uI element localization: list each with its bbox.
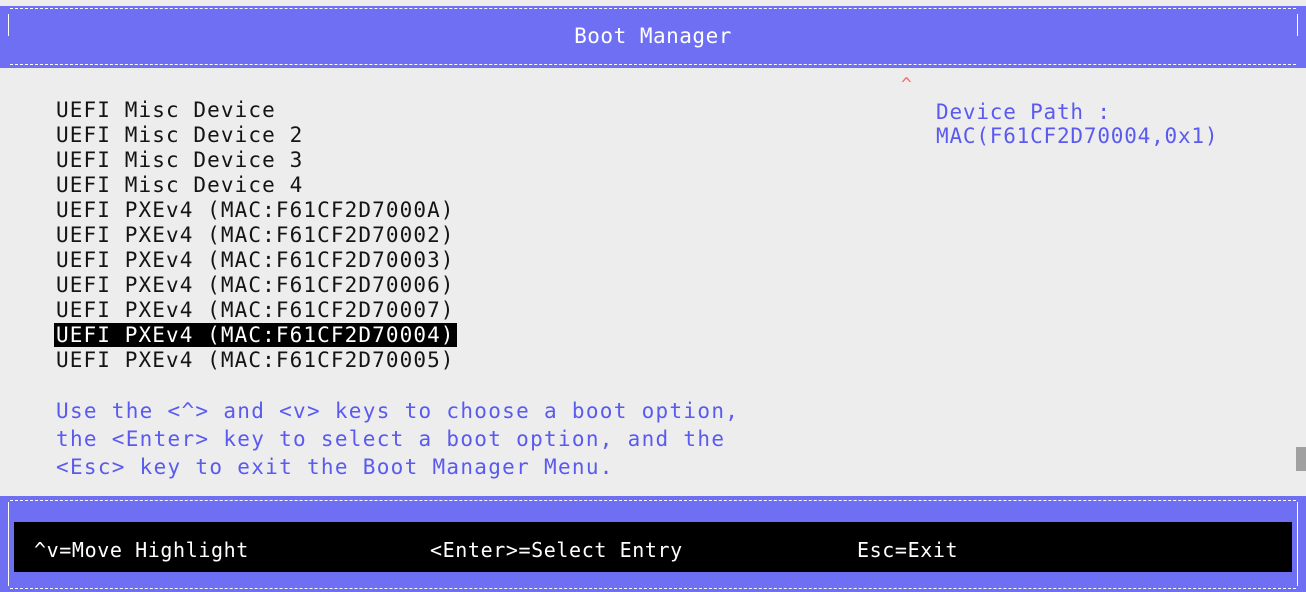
boot-option[interactable]: UEFI PXEv4 (MAC:F61CF2D70007) xyxy=(56,298,457,323)
boot-option[interactable]: UEFI Misc Device xyxy=(56,98,457,123)
boot-option-label: UEFI PXEv4 (MAC:F61CF2D7000A) xyxy=(56,198,455,222)
boot-option-list: UEFI Misc Device UEFI Misc Device 2 UEFI… xyxy=(54,98,457,373)
boot-option-label: UEFI PXEv4 (MAC:F61CF2D70006) xyxy=(56,273,455,297)
boot-option-label: UEFI PXEv4 (MAC:F61CF2D70002) xyxy=(56,223,455,247)
boot-option[interactable]: UEFI PXEv4 (MAC:F61CF2D70004) xyxy=(54,323,457,348)
boot-option-label: UEFI Misc Device 4 xyxy=(56,173,304,197)
boot-option-label: UEFI PXEv4 (MAC:F61CF2D70007) xyxy=(56,298,455,322)
device-path-panel: Device Path : MAC(F61CF2D70004,0x1) xyxy=(936,100,1218,148)
boot-option-label: UEFI PXEv4 (MAC:F61CF2D70004) xyxy=(54,323,457,347)
boot-option-label: UEFI Misc Device xyxy=(56,98,276,122)
scrollbar-thumb[interactable] xyxy=(1296,447,1306,471)
boot-option[interactable]: UEFI PXEv4 (MAC:F61CF2D70003) xyxy=(56,248,457,273)
key-hint-bar: ^v=Move Highlight <Enter>=Select Entry E… xyxy=(14,522,1292,572)
header-bar: Boot Manager xyxy=(0,6,1306,68)
boot-option[interactable]: UEFI Misc Device 2 xyxy=(56,123,457,148)
boot-option[interactable]: UEFI PXEv4 (MAC:F61CF2D7000A) xyxy=(56,198,457,223)
boot-option-label: UEFI Misc Device 3 xyxy=(56,148,304,172)
boot-option-label: UEFI PXEv4 (MAC:F61CF2D70005) xyxy=(56,348,455,372)
boot-option[interactable]: UEFI Misc Device 4 xyxy=(56,173,457,198)
scroll-up-indicator: ^ xyxy=(901,74,912,95)
footer-right-edge xyxy=(1297,502,1298,586)
device-path-label: Device Path : xyxy=(936,100,1111,124)
help-line: Use the <^> and <v> keys to choose a boo… xyxy=(56,399,740,423)
header-top-border xyxy=(10,8,1296,9)
help-line: the <Enter> key to select a boot option,… xyxy=(56,427,726,451)
exit-hint: Esc=Exit xyxy=(857,538,959,562)
help-line: <Esc> key to exit the Boot Manager Menu. xyxy=(56,455,614,479)
footer-left-edge xyxy=(8,502,9,586)
footer-bar: ^v=Move Highlight <Enter>=Select Entry E… xyxy=(0,496,1306,592)
boot-option[interactable]: UEFI Misc Device 3 xyxy=(56,148,457,173)
footer-top-border xyxy=(10,500,1296,501)
move-highlight-hint: ^v=Move Highlight xyxy=(34,538,249,562)
boot-option-label: UEFI PXEv4 (MAC:F61CF2D70003) xyxy=(56,248,455,272)
boot-option[interactable]: UEFI PXEv4 (MAC:F61CF2D70002) xyxy=(56,223,457,248)
boot-option-label: UEFI Misc Device 2 xyxy=(56,123,304,147)
boot-option[interactable]: UEFI PXEv4 (MAC:F61CF2D70005) xyxy=(56,348,457,373)
page-title: Boot Manager xyxy=(574,24,732,48)
footer-bottom-border xyxy=(10,588,1296,589)
select-entry-hint: <Enter>=Select Entry xyxy=(430,538,683,562)
header-bottom-border xyxy=(10,64,1296,65)
help-text: Use the <^> and <v> keys to choose a boo… xyxy=(56,397,739,481)
device-path-value: MAC(F61CF2D70004,0x1) xyxy=(936,124,1219,148)
boot-option[interactable]: UEFI PXEv4 (MAC:F61CF2D70006) xyxy=(56,273,457,298)
